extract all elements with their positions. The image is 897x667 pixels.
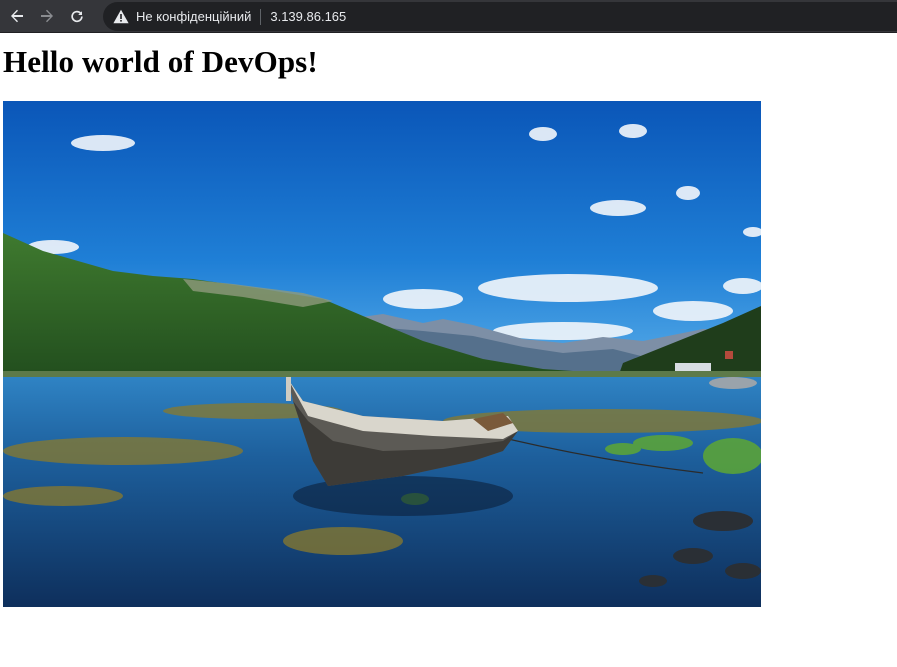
address-bar[interactable]: Не конфіденційний 3.139.86.165 bbox=[103, 2, 897, 31]
reload-icon bbox=[71, 10, 83, 23]
security-chip[interactable]: Не конфіденційний bbox=[113, 9, 251, 24]
url-text[interactable]: 3.139.86.165 bbox=[270, 9, 346, 24]
forward-button[interactable] bbox=[34, 3, 60, 29]
back-button[interactable] bbox=[4, 3, 30, 29]
browser-toolbar: Не конфіденційний 3.139.86.165 bbox=[0, 0, 897, 33]
hero-image bbox=[3, 101, 761, 607]
fjord-boat-illustration bbox=[3, 101, 761, 607]
reload-button[interactable] bbox=[64, 3, 90, 29]
arrow-right-icon bbox=[41, 9, 53, 23]
security-label: Не конфіденційний bbox=[136, 9, 252, 24]
address-divider bbox=[260, 8, 262, 25]
page-heading: Hello world of DevOps! bbox=[3, 44, 318, 79]
arrow-left-icon bbox=[11, 9, 23, 23]
page-content: Hello world of DevOps! bbox=[3, 33, 318, 79]
warning-triangle-icon bbox=[113, 9, 129, 24]
